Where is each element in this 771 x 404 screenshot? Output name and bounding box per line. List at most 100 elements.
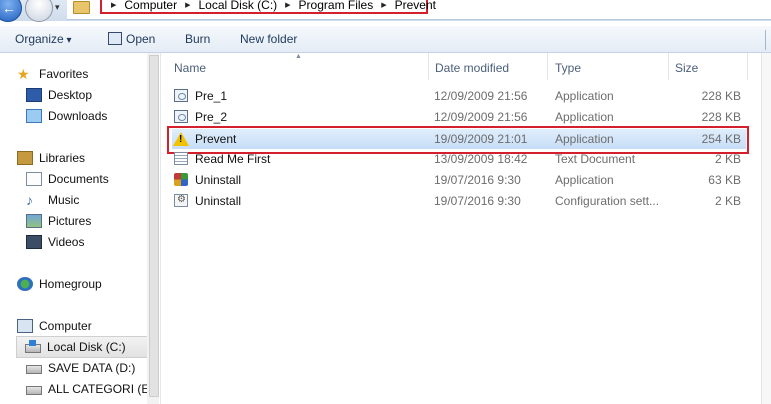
sidebar-item-music[interactable]: ♪ Music <box>26 190 79 210</box>
pictures-icon <box>26 214 42 228</box>
file-date: 19/07/2016 9:30 <box>434 194 521 208</box>
breadcrumb-program-files[interactable]: Program Files <box>297 0 376 12</box>
sidebar-item-favorites[interactable]: ★ Favorites <box>17 64 88 84</box>
videos-icon <box>26 235 42 249</box>
sidebar-item-pictures[interactable]: Pictures <box>26 211 91 231</box>
navigation-pane: ★ Favorites Desktop Downloads Libraries … <box>0 53 161 404</box>
back-button[interactable] <box>0 0 22 22</box>
sidebar-item-downloads[interactable]: Downloads <box>26 106 107 126</box>
sidebar-item-label: SAVE DATA (D:) <box>48 361 136 375</box>
file-date: 12/09/2009 21:56 <box>434 89 528 103</box>
breadcrumb-separator-icon[interactable]: ▶ <box>375 1 392 9</box>
sidebar-item-label: Computer <box>39 319 92 333</box>
sidebar-scrollbar[interactable] <box>147 53 159 404</box>
file-list-scrollbar[interactable] <box>761 53 771 404</box>
command-bar: Organize Open Burn New folder <box>0 26 771 53</box>
application-icon <box>174 110 188 123</box>
breadcrumb-local-disk[interactable]: Local Disk (C:) <box>196 0 279 12</box>
column-header-type[interactable]: Type <box>555 61 581 75</box>
sidebar-item-label: Documents <box>48 172 109 186</box>
sidebar-scrollbar-thumb[interactable] <box>149 55 159 397</box>
sidebar-item-label: Favorites <box>39 67 89 81</box>
application-icon <box>174 89 188 102</box>
star-icon: ★ <box>17 66 30 82</box>
toolbar-divider <box>765 30 766 50</box>
column-divider[interactable] <box>747 53 748 80</box>
file-row[interactable]: Uninstall 19/07/2016 9:30 Application 63… <box>172 170 746 190</box>
file-type: Configuration sett... <box>555 194 660 208</box>
sort-ascending-icon: ▲ <box>295 53 302 60</box>
sidebar-item-save-data[interactable]: SAVE DATA (D:) <box>26 358 135 378</box>
file-list: ▲ Name Date modified Type Size Pre_1 12/… <box>160 53 771 404</box>
column-divider[interactable] <box>428 53 429 80</box>
file-size: 2 KB <box>714 152 741 166</box>
sidebar-item-label: Libraries <box>39 151 86 165</box>
uninstall-icon <box>174 173 188 186</box>
sidebar-item-documents[interactable]: Documents <box>26 169 109 189</box>
file-name: Pre_1 <box>195 89 228 103</box>
file-type: Application <box>555 173 614 187</box>
file-date: 19/07/2016 9:30 <box>434 173 521 187</box>
file-date: 12/09/2009 21:56 <box>434 110 528 124</box>
open-button[interactable]: Open <box>126 32 155 46</box>
recent-pages-chevron-icon[interactable]: ▾ <box>55 2 60 13</box>
column-divider[interactable] <box>668 53 669 80</box>
sidebar-item-videos[interactable]: Videos <box>26 232 84 252</box>
sidebar-item-libraries[interactable]: Libraries <box>17 148 85 168</box>
sidebar-item-label: Desktop <box>48 88 93 102</box>
sidebar-item-label: Videos <box>48 235 85 249</box>
breadcrumb-separator-icon[interactable]: ▶ <box>179 1 196 9</box>
file-date: 13/09/2009 18:42 <box>434 152 528 166</box>
sidebar-item-label: Local Disk (C:) <box>47 340 126 354</box>
file-name: Uninstall <box>195 173 242 187</box>
file-name: Uninstall <box>195 194 242 208</box>
breadcrumb-computer[interactable]: Computer <box>122 0 179 12</box>
breadcrumb: ▶ Computer ▶ Local Disk (C:) ▶ Program F… <box>100 0 436 14</box>
sidebar-item-label: Downloads <box>48 109 108 123</box>
breadcrumb-separator-icon[interactable]: ▶ <box>105 1 122 9</box>
sidebar-item-label: Pictures <box>48 214 92 228</box>
folder-icon <box>73 1 90 14</box>
file-type: Application <box>555 89 614 103</box>
desktop-icon <box>26 88 42 102</box>
drive-icon <box>26 365 42 374</box>
column-header-date-modified[interactable]: Date modified <box>435 61 509 75</box>
file-row[interactable]: Uninstall 19/07/2016 9:30 Configuration … <box>172 191 746 211</box>
burn-button[interactable]: Burn <box>185 32 210 46</box>
file-row[interactable]: Pre_1 12/09/2009 21:56 Application 228 K… <box>172 86 746 106</box>
organize-menu-button[interactable]: Organize <box>15 32 72 46</box>
new-folder-button[interactable]: New folder <box>240 32 297 46</box>
file-row[interactable]: Read Me First 13/09/2009 18:42 Text Docu… <box>172 149 746 169</box>
column-divider[interactable] <box>547 53 548 80</box>
column-header-name[interactable]: Name <box>174 61 206 75</box>
sidebar-item-desktop[interactable]: Desktop <box>26 85 92 105</box>
file-size: 228 KB <box>701 110 741 124</box>
address-bar: ▾ ▶ Computer ▶ Local Disk (C:) ▶ Program… <box>0 0 771 22</box>
local-disk-icon <box>25 340 41 353</box>
sidebar-item-label: ALL CATEGORI (E:) <box>48 382 157 396</box>
file-name: Pre_2 <box>195 110 228 124</box>
sidebar-item-all-categori[interactable]: ALL CATEGORI (E:) <box>26 379 157 399</box>
breadcrumb-separator-icon[interactable]: ▶ <box>279 1 296 9</box>
breadcrumb-prevent[interactable]: Prevent <box>393 0 438 12</box>
file-row[interactable]: Pre_2 12/09/2009 21:56 Application 228 K… <box>172 107 746 127</box>
drive-icon <box>26 386 42 395</box>
music-icon: ♪ <box>26 192 33 208</box>
file-type: Text Document <box>555 152 636 166</box>
sidebar-item-homegroup[interactable]: Homegroup <box>17 274 102 294</box>
sidebar-item-label: Homegroup <box>39 277 102 291</box>
homegroup-icon <box>17 277 33 291</box>
libraries-icon <box>17 151 33 165</box>
sidebar-item-label: Music <box>48 193 80 207</box>
sidebar-item-computer[interactable]: Computer <box>17 316 92 336</box>
downloads-icon <box>26 109 42 123</box>
file-size: 2 KB <box>714 194 741 208</box>
forward-button[interactable] <box>25 0 53 22</box>
file-type: Application <box>555 110 614 124</box>
open-icon <box>108 32 122 45</box>
text-document-icon <box>174 152 188 165</box>
column-header-size[interactable]: Size <box>675 61 698 75</box>
computer-icon <box>17 319 33 333</box>
documents-icon <box>26 172 42 186</box>
sidebar-item-local-disk[interactable]: Local Disk (C:) <box>16 336 154 358</box>
